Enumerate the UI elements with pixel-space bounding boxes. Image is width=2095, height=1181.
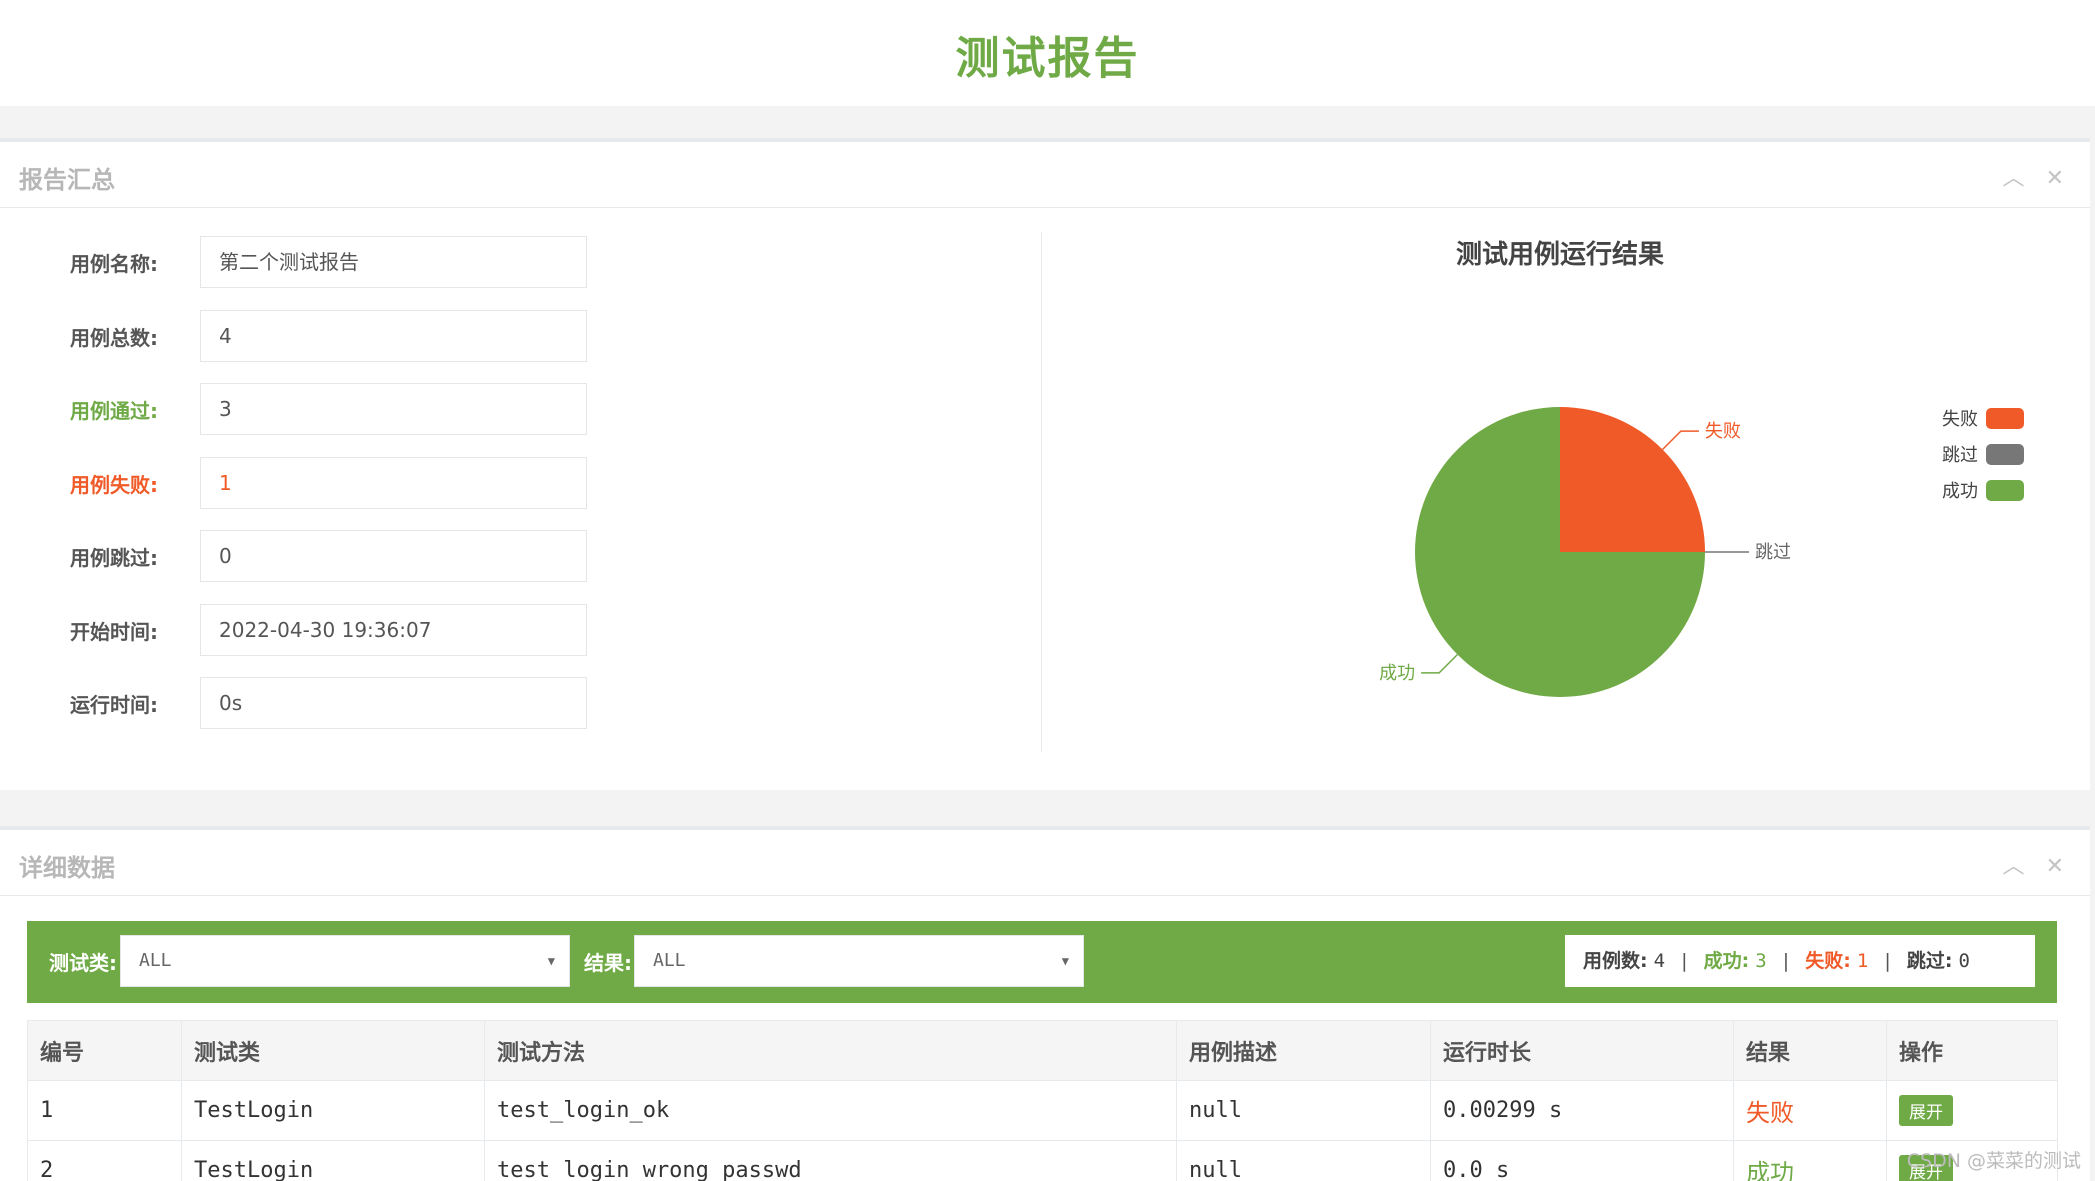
panel-tools: ︿ ✕	[1989, 848, 2064, 880]
passed-input[interactable]: 3	[200, 383, 587, 435]
stats-pass-label: 成功:	[1703, 950, 1750, 972]
page-title: 测试报告	[955, 33, 1140, 84]
detail-panel-title: 详细数据	[19, 854, 115, 882]
stats-sep: |	[1681, 950, 1688, 972]
stats-skip-label: 跳过:	[1906, 950, 1953, 972]
legend-swatch-1[interactable]	[1986, 444, 2024, 465]
result-filter-label: 结果:	[584, 951, 632, 975]
class-filter-select[interactable]: ALL ▼	[120, 935, 570, 987]
pie-label-1: 跳过	[1755, 542, 1791, 563]
pie-label-line-2	[1421, 654, 1458, 674]
cell-result: 成功	[1733, 1140, 1887, 1181]
expand-button[interactable]: 展开	[1899, 1095, 1953, 1126]
legend-label-1: 跳过	[1942, 445, 1978, 466]
field-label: 运行时间:	[70, 693, 158, 717]
result-pie-chart: 测试用例运行结果 失败跳过成功 失败跳过成功	[1379, 239, 2024, 697]
stats-fail-label: 失败:	[1805, 950, 1851, 972]
legend-label-0: 失败	[1942, 409, 1978, 430]
cell-method: test_login_ok	[484, 1080, 1177, 1141]
table-header-row: 编号 测试类 测试方法 用例描述 运行时长 结果 操作	[27, 1020, 2058, 1081]
cell-result: 失败	[1733, 1080, 1887, 1141]
pie-label-2: 成功	[1379, 663, 1415, 684]
column-header[interactable]: 编号	[27, 1020, 182, 1081]
caret-down-icon: ▼	[1061, 954, 1069, 968]
cell-action: 展开	[1886, 1080, 2058, 1141]
class-filter-label: 测试类:	[49, 951, 117, 975]
class-filter-value: ALL	[139, 950, 172, 971]
field-label: 用例通过:	[70, 399, 158, 423]
table-row: 1 TestLogin test_login_ok null 0.00299 s…	[27, 1080, 2058, 1141]
summary-panel-title: 报告汇总	[19, 166, 115, 194]
cell-id: 1	[27, 1080, 182, 1141]
stats-fail: 1	[1856, 950, 1869, 972]
stats-skip: 0	[1958, 950, 1970, 972]
column-header[interactable]: 用例描述	[1176, 1020, 1431, 1081]
panel-tools: ︿ ✕	[1989, 160, 2064, 192]
stats-total: 4	[1653, 950, 1666, 972]
result-filter-value: ALL	[653, 950, 686, 971]
run-time-input[interactable]: 0s	[200, 677, 587, 729]
detail-panel-header: 详细数据 ︿ ✕	[0, 830, 2090, 896]
results-table: 编号 测试类 测试方法 用例描述 运行时长 结果 操作 1 TestLogin …	[27, 1020, 2058, 1181]
cell-id: 2	[27, 1140, 182, 1181]
result-filter-select[interactable]: ALL ▼	[634, 935, 1084, 987]
filter-bar: 测试类: ALL ▼ 结果: ALL ▼ 用例数: 4 | 成功: 3 | 失败…	[27, 921, 2057, 1003]
chevron-up-icon[interactable]: ︿	[2003, 854, 2025, 879]
chart-title: 测试用例运行结果	[1456, 239, 1664, 270]
watermark: CSDN @菜菜的测试	[1906, 1150, 2081, 1172]
field-start-time: 开始时间: 2022-04-30 19:36:07	[0, 604, 600, 656]
field-label: 开始时间:	[70, 620, 158, 644]
close-icon[interactable]: ✕	[2046, 166, 2064, 191]
field-label: 用例总数:	[70, 326, 158, 350]
case-name-input[interactable]: 第二个测试报告	[200, 236, 587, 288]
summary-panel-header: 报告汇总 ︿ ✕	[0, 142, 2090, 208]
cell-duration: 0.00299 s	[1430, 1080, 1734, 1141]
stats-sep: |	[1782, 950, 1790, 972]
field-label: 用例名称:	[70, 252, 158, 276]
column-header[interactable]: 运行时长	[1430, 1020, 1734, 1081]
cell-class: TestLogin	[181, 1140, 485, 1181]
column-header[interactable]: 结果	[1733, 1020, 1887, 1081]
field-failed: 用例失败: 1	[0, 457, 600, 509]
pie-label-line-0	[1662, 430, 1699, 450]
chevron-up-icon[interactable]: ︿	[2003, 166, 2025, 191]
stats-sep: |	[1884, 950, 1891, 972]
cell-class: TestLogin	[181, 1080, 485, 1141]
column-header[interactable]: 测试类	[181, 1020, 485, 1081]
summary-panel: 报告汇总 ︿ ✕ 用例名称: 第二个测试报告 用例总数: 4 用例通过: 3 用…	[0, 138, 2090, 790]
failed-input[interactable]: 1	[200, 457, 587, 509]
legend-swatch-0[interactable]	[1986, 408, 2024, 429]
table-row: 2 TestLogin test_login_wrong_passwd null…	[27, 1140, 2058, 1181]
detail-panel: 详细数据 ︿ ✕ 测试类: ALL ▼ 结果: ALL ▼ 用例数: 4 | 成…	[0, 826, 2090, 1181]
stats-total-label: 用例数:	[1583, 950, 1648, 972]
divider	[1041, 232, 1042, 752]
cell-desc: null	[1176, 1140, 1431, 1181]
field-case-name: 用例名称: 第二个测试报告	[0, 236, 600, 288]
column-header[interactable]: 测试方法	[484, 1020, 1177, 1081]
field-label: 用例失败:	[70, 473, 158, 497]
column-header[interactable]: 操作	[1886, 1020, 2058, 1081]
field-total: 用例总数: 4	[0, 310, 600, 362]
cell-duration: 0.0 s	[1430, 1140, 1734, 1181]
caret-down-icon: ▼	[547, 954, 555, 968]
legend-label-2: 成功	[1942, 481, 1978, 502]
cell-method: test_login_wrong_passwd	[484, 1140, 1177, 1181]
close-icon[interactable]: ✕	[2046, 854, 2064, 879]
pie-slice-0[interactable]	[1560, 407, 1705, 552]
field-run-time: 运行时间: 0s	[0, 677, 600, 729]
start-time-input[interactable]: 2022-04-30 19:36:07	[200, 604, 587, 656]
skipped-input[interactable]: 0	[200, 530, 587, 582]
cell-desc: null	[1176, 1080, 1431, 1141]
legend-swatch-2[interactable]	[1986, 480, 2024, 501]
field-label: 用例跳过:	[70, 546, 158, 570]
field-passed: 用例通过: 3	[0, 383, 600, 435]
page-header: 测试报告	[0, 0, 2095, 106]
field-skipped: 用例跳过: 0	[0, 530, 600, 582]
stats-box: 用例数: 4 | 成功: 3 | 失败: 1 | 跳过: 0	[1565, 935, 2035, 987]
total-input[interactable]: 4	[200, 310, 587, 362]
stats-pass: 3	[1755, 950, 1767, 972]
pie-label-0: 失败	[1705, 421, 1741, 442]
